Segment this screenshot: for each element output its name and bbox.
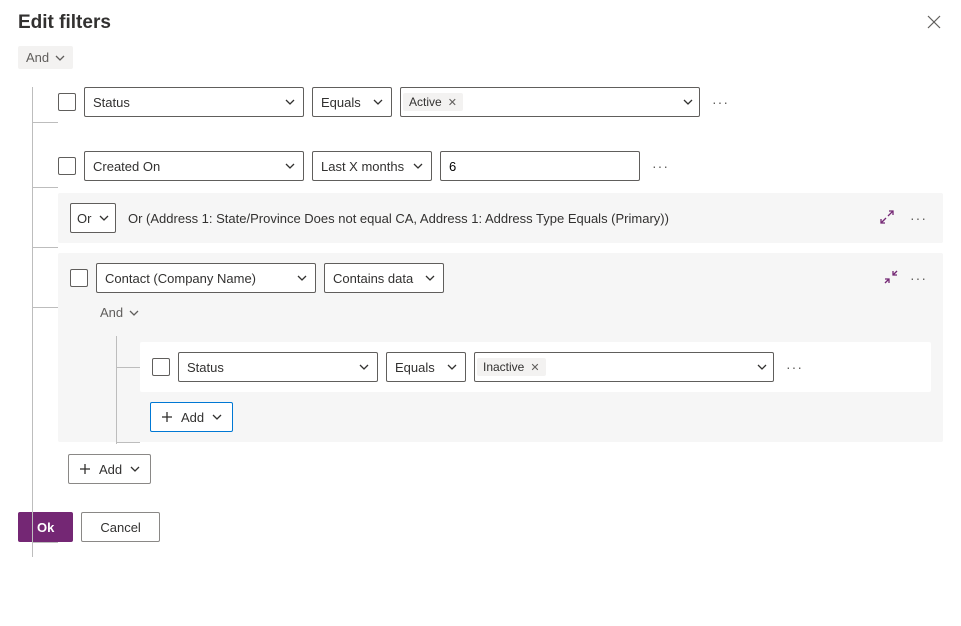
row-checkbox[interactable] — [58, 157, 76, 175]
value-tag: Inactive ✕ — [477, 358, 546, 376]
related-field-label: Contact (Company Name) — [105, 271, 291, 286]
add-button-label: Add — [99, 462, 122, 477]
chevron-down-icon — [683, 97, 693, 107]
chevron-down-icon — [129, 308, 139, 318]
chevron-down-icon — [425, 273, 435, 283]
or-group-summary: Or (Address 1: State/Province Does not e… — [128, 211, 868, 226]
chevron-down-icon — [359, 362, 369, 372]
field-label: Status — [187, 360, 353, 375]
tree-connector — [32, 122, 58, 123]
operator-select[interactable]: Last X months — [312, 151, 432, 181]
ok-button[interactable]: Ok — [18, 512, 73, 542]
collapse-icon[interactable] — [884, 270, 898, 287]
value-tagbox[interactable]: Active ✕ — [400, 87, 700, 117]
filter-row: Status Equals Active ✕ ··· — [58, 87, 943, 117]
related-operator-select[interactable]: Contains data — [324, 263, 444, 293]
add-filter-button[interactable]: Add — [150, 402, 233, 432]
row-more-icon[interactable]: ··· — [782, 359, 807, 375]
related-subtree: Status Equals Inactive ✕ — [110, 342, 931, 432]
related-field-select[interactable]: Contact (Company Name) — [96, 263, 316, 293]
operator-select[interactable]: Equals — [312, 87, 392, 117]
related-operator-label: Contains data — [333, 271, 419, 286]
value-tag: Active ✕ — [403, 93, 463, 111]
chevron-down-icon — [99, 213, 109, 223]
chevron-down-icon — [373, 97, 383, 107]
expand-icon[interactable] — [880, 210, 894, 227]
add-filter-button[interactable]: Add — [68, 454, 151, 484]
filter-row: Created On Last X months ··· — [58, 151, 943, 181]
plus-icon — [161, 411, 173, 423]
chevron-down-icon — [413, 161, 423, 171]
tree-connector — [32, 187, 58, 188]
plus-icon — [79, 463, 91, 475]
chevron-down-icon — [447, 362, 457, 372]
value-tagbox[interactable]: Inactive ✕ — [474, 352, 774, 382]
filter-tree: Status Equals Active ✕ ··· Created On La… — [18, 87, 943, 484]
dialog-footer: Ok Cancel — [18, 512, 943, 542]
dialog-title: Edit filters — [18, 12, 111, 34]
nested-filter-row: Status Equals Inactive ✕ — [140, 342, 931, 392]
field-select[interactable]: Created On — [84, 151, 304, 181]
operator-label: Equals — [395, 360, 441, 375]
inner-group-label: And — [100, 305, 123, 320]
inner-group-selector[interactable]: And — [100, 303, 139, 322]
chevron-down-icon — [55, 53, 65, 63]
group-more-icon[interactable]: ··· — [906, 270, 931, 286]
add-button-label: Add — [181, 410, 204, 425]
tree-connector — [32, 87, 33, 557]
row-more-icon[interactable]: ··· — [648, 158, 673, 174]
close-icon[interactable] — [927, 15, 943, 31]
chevron-down-icon — [212, 412, 222, 422]
value-tag-label: Inactive — [483, 360, 524, 374]
row-more-icon[interactable]: ··· — [708, 94, 733, 110]
remove-tag-icon[interactable]: ✕ — [530, 361, 539, 374]
value-input[interactable] — [440, 151, 640, 181]
operator-label: Last X months — [321, 159, 407, 174]
dialog-header: Edit filters — [18, 12, 943, 34]
field-label: Status — [93, 95, 279, 110]
remove-tag-icon[interactable]: ✕ — [448, 96, 457, 109]
tree-connector — [116, 367, 140, 368]
row-checkbox[interactable] — [70, 269, 88, 287]
chevron-down-icon — [130, 464, 140, 474]
chevron-down-icon — [757, 362, 767, 372]
or-group-block: Or Or (Address 1: State/Province Does no… — [58, 193, 943, 243]
cancel-button[interactable]: Cancel — [81, 512, 159, 542]
tree-connector — [116, 442, 140, 443]
value-tag-label: Active — [409, 95, 442, 109]
tree-connector — [32, 247, 58, 248]
tree-connector — [32, 542, 58, 543]
row-checkbox[interactable] — [152, 358, 170, 376]
chevron-down-icon — [297, 273, 307, 283]
row-checkbox[interactable] — [58, 93, 76, 111]
operator-label: Equals — [321, 95, 367, 110]
root-group-label: And — [26, 50, 49, 65]
or-group-label: Or — [77, 211, 93, 226]
tree-connector — [32, 307, 58, 308]
chevron-down-icon — [285, 161, 295, 171]
or-group-selector[interactable]: Or — [70, 203, 116, 233]
group-more-icon[interactable]: ··· — [906, 210, 931, 226]
tree-connector — [116, 336, 117, 444]
field-label: Created On — [93, 159, 279, 174]
field-select[interactable]: Status — [178, 352, 378, 382]
chevron-down-icon — [285, 97, 295, 107]
operator-select[interactable]: Equals — [386, 352, 466, 382]
related-entity-block: Contact (Company Name) Contains data ···… — [58, 253, 943, 442]
field-select[interactable]: Status — [84, 87, 304, 117]
root-group-selector[interactable]: And — [18, 46, 73, 69]
